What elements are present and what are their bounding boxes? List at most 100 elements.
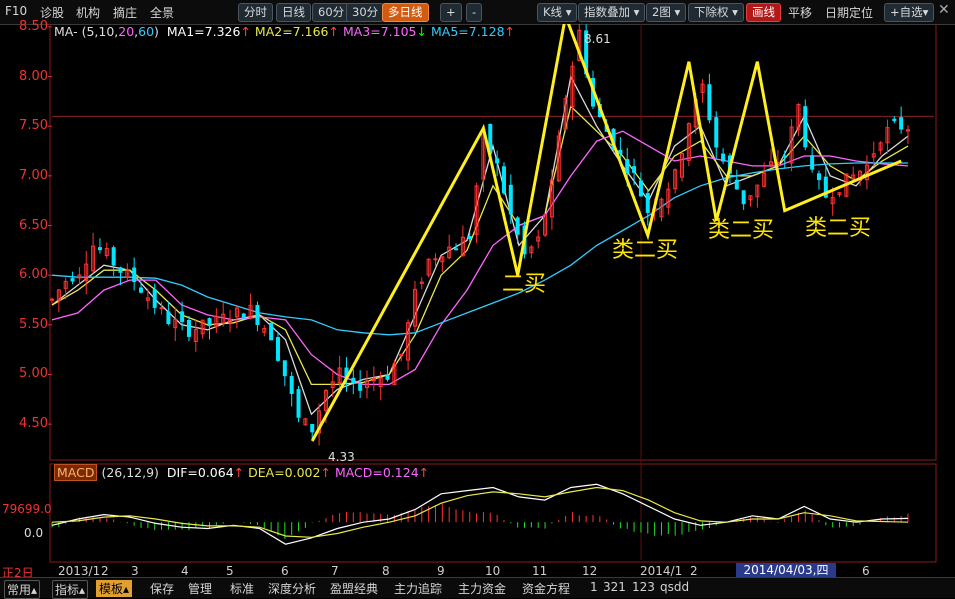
draw-line-button[interactable]: 画线 — [746, 3, 781, 22]
institution-link[interactable]: 机构 — [76, 4, 100, 21]
x-tick-label: 11 — [532, 564, 548, 578]
candle-body — [625, 159, 630, 174]
tab-templates-label: 模板 — [99, 582, 124, 596]
macd-indicator-dropdown[interactable]: MACD — [54, 464, 98, 481]
tab-intraday[interactable]: 分时 — [238, 3, 273, 22]
macd-params: (26,12,9) — [101, 465, 159, 480]
x-tick-label: 2014/1 — [640, 564, 683, 578]
close-icon[interactable]: ✕ — [938, 2, 950, 18]
tab-common[interactable]: 常用▴ — [4, 580, 41, 599]
candle-body — [707, 84, 712, 121]
x-tick-label: 6 — [281, 564, 289, 578]
chevron-down-icon: ▾ — [922, 5, 929, 19]
ma3-value: MA3=7.105 — [342, 24, 417, 39]
tab-indicators-label: 指标 — [55, 583, 80, 597]
arrow-down-icon: ↓ — [416, 24, 427, 39]
layout-dropdown[interactable]: 2图 ▾ — [646, 3, 687, 22]
date-locate-button[interactable]: 日期定位 — [825, 4, 873, 21]
pan-button[interactable]: 平移 — [788, 4, 812, 21]
candle-body — [282, 360, 287, 377]
overview-link[interactable]: 全景 — [150, 4, 174, 21]
candle-body — [159, 307, 164, 310]
tab-daily[interactable]: 日线 — [276, 3, 311, 22]
number-1[interactable]: 1 — [590, 580, 598, 594]
number-123[interactable]: 123 — [632, 580, 655, 594]
rights-label: 下除权 — [694, 5, 729, 19]
watchlist-label: +自选 — [890, 5, 923, 19]
ma-params-prefix: (5,10, — [81, 24, 119, 39]
ma-param-20: 20 — [118, 24, 135, 39]
candle-body — [310, 423, 315, 433]
ma-params-suffix: ) — [154, 24, 159, 39]
candle-body — [111, 247, 116, 266]
dea-value: DEA=0.002 — [248, 465, 321, 480]
overlay-label: 指数叠加 — [584, 5, 630, 19]
candle-body — [899, 117, 904, 130]
tab-main-funds[interactable]: 主力资金 — [458, 580, 506, 597]
candle-body — [351, 377, 356, 384]
tab-fund-equation[interactable]: 资金方程 — [522, 580, 570, 597]
top-toolbar: F10 诊股 机构 摘庄 全景 分时 日线 60分 30分 多日线 + - K线… — [0, 0, 955, 25]
candle-body — [467, 236, 472, 240]
chart-canvas[interactable] — [0, 24, 955, 577]
f10-button[interactable]: F10 — [5, 4, 27, 18]
tab-60min[interactable]: 60分 — [312, 3, 351, 22]
candle-body — [139, 287, 144, 293]
number-321[interactable]: 321 — [603, 580, 626, 594]
zoom-in-button[interactable]: + — [440, 3, 462, 22]
caret-up-icon: ▴ — [123, 582, 130, 596]
high-price-label: 8.61 — [584, 32, 611, 46]
overlay-dropdown[interactable]: 指数叠加 ▾ — [578, 3, 646, 22]
main-panel-frame — [49, 24, 937, 461]
zoom-out-button[interactable]: - — [466, 3, 483, 22]
candle-body — [734, 179, 739, 190]
candle-body — [118, 267, 123, 273]
y-tick-label: 6.00 — [19, 267, 48, 283]
x-tick-label: 3 — [131, 564, 139, 578]
manage-button[interactable]: 管理 — [188, 580, 212, 597]
arrow-up-icon: ↑ — [320, 465, 331, 480]
candle-body — [70, 278, 75, 282]
tab-classic[interactable]: 盈盟经典 — [330, 580, 378, 597]
candle-body — [632, 166, 637, 173]
x-tick-label: 12 — [582, 564, 598, 578]
arrow-up-icon: ↑ — [328, 24, 339, 39]
ma-legend-name[interactable]: MA — [54, 24, 73, 39]
y-tick-label: 8.00 — [19, 68, 48, 84]
candle-body — [207, 318, 212, 327]
tab-deep-analysis[interactable]: 深度分析 — [268, 580, 316, 597]
layout-label: 2图 — [652, 5, 671, 19]
x-tick-label: 7 — [331, 564, 339, 578]
qsdd-tag[interactable]: qsdd — [660, 580, 689, 594]
tab-standard[interactable]: 标准 — [230, 580, 254, 597]
tab-templates[interactable]: 模板▴ — [96, 580, 133, 597]
rights-dropdown[interactable]: 下除权 ▾ — [688, 3, 744, 22]
arrow-up-icon: ↑ — [418, 465, 430, 480]
macd-left-value: 79699.0 — [2, 502, 52, 516]
save-button[interactable]: 保存 — [150, 580, 174, 597]
candle-body — [385, 374, 390, 380]
k-type-dropdown[interactable]: K线 ▾ — [537, 3, 578, 22]
macd-line-dea — [51, 486, 909, 538]
candles — [50, 24, 910, 446]
tab-indicators[interactable]: 指标▴ — [52, 580, 89, 599]
y-tick-label: 7.50 — [19, 118, 48, 134]
candle-body — [166, 311, 171, 325]
candle-body — [741, 190, 746, 205]
annotation-second-buy-like-3: 类二买 — [805, 216, 872, 241]
macd-plot — [51, 483, 909, 545]
candle-body — [186, 319, 191, 337]
tab-main-tracking[interactable]: 主力追踪 — [394, 580, 442, 597]
candle-body — [803, 106, 808, 148]
candle-body — [454, 248, 459, 251]
ma5-value: MA5=7.128 — [430, 24, 505, 39]
candle-body — [255, 304, 260, 325]
y-tick-label: 4.50 — [19, 416, 48, 432]
watchlist-dropdown[interactable]: +自选▾ — [884, 3, 935, 22]
candle-body — [816, 173, 821, 181]
candle-body — [638, 180, 643, 197]
chart-grid — [48, 24, 937, 563]
dealer-link[interactable]: 摘庄 — [113, 4, 137, 21]
tab-multi-day[interactable]: 多日线 — [382, 3, 429, 22]
tab-30min[interactable]: 30分 — [346, 3, 385, 22]
